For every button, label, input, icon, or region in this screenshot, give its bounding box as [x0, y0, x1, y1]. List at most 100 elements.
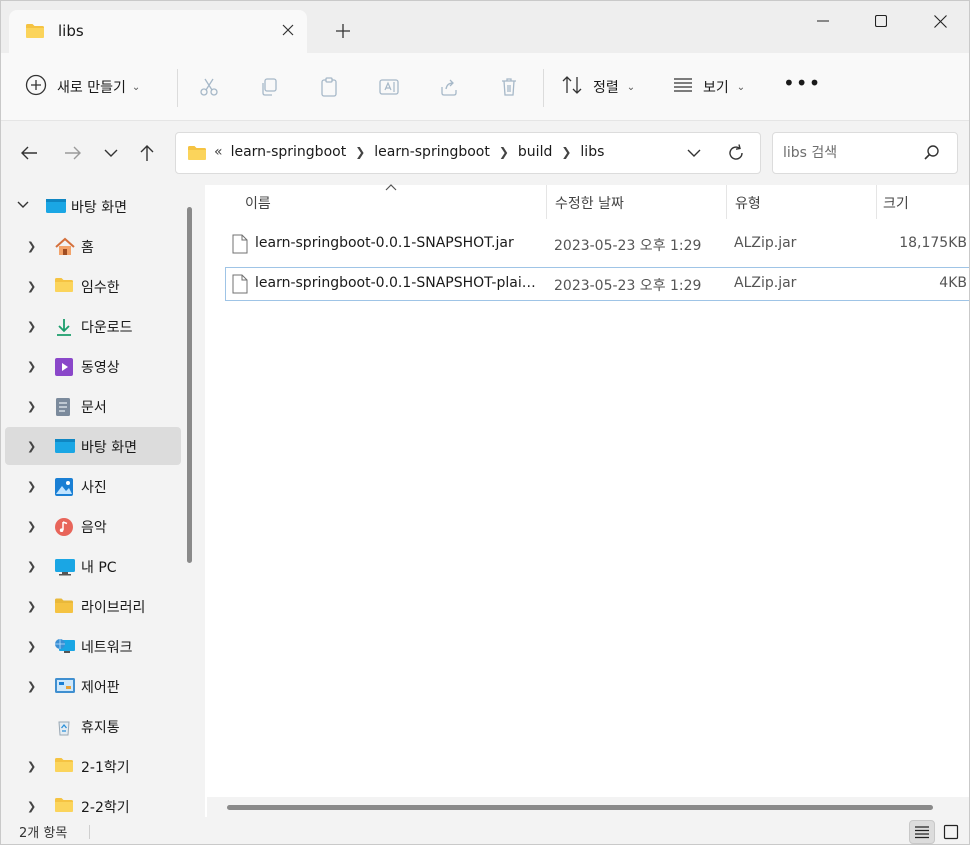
control-panel-icon	[54, 677, 75, 695]
breadcrumb-item[interactable]: libs	[580, 144, 604, 160]
sidebar-item-pictures[interactable]: ❯ 사진	[5, 467, 181, 505]
up-button[interactable]	[135, 141, 159, 165]
chevron-down-icon: ⌄	[131, 81, 141, 93]
chevron-right-icon[interactable]: ❯	[355, 145, 365, 159]
sidebar-item-label: 문서	[81, 400, 107, 416]
copy-button[interactable]	[257, 75, 281, 99]
chevron-right-icon[interactable]: ❯	[27, 760, 36, 773]
chevron-right-icon[interactable]: ❯	[27, 600, 36, 613]
more-options-button[interactable]: •••	[783, 71, 820, 99]
title-bar: libs	[1, 1, 969, 53]
file-row[interactable]: learn-springboot-0.0.1-SNAPSHOT-plain...…	[225, 267, 969, 301]
maximize-button[interactable]	[867, 9, 895, 33]
tab-libs[interactable]: libs	[9, 10, 307, 53]
chevron-right-icon[interactable]: ❯	[499, 145, 509, 159]
chevron-right-icon[interactable]: ❯	[27, 320, 36, 333]
delete-button[interactable]	[497, 75, 521, 99]
chevron-right-icon[interactable]: ❯	[27, 280, 36, 293]
sidebar-item-music[interactable]: ❯ 음악	[5, 507, 181, 545]
sidebar-item-desktop-root[interactable]: 바탕 화면	[5, 187, 181, 225]
sidebar-item-network[interactable]: ❯ 네트워크	[5, 627, 181, 665]
minimize-button[interactable]	[809, 9, 837, 33]
rename-button[interactable]	[377, 75, 401, 99]
column-header-size[interactable]: 크기	[877, 185, 969, 219]
chevron-right-icon[interactable]: ❯	[27, 520, 36, 533]
column-header-name[interactable]: 이름	[205, 183, 547, 219]
sidebar-item-label: 휴지통	[81, 720, 120, 736]
download-icon	[54, 317, 74, 336]
close-tab-icon[interactable]	[277, 19, 299, 41]
sidebar-item-user-folder[interactable]: ❯ 임수한	[5, 267, 181, 305]
search-icon[interactable]	[923, 144, 941, 166]
copy-icon	[262, 78, 277, 96]
chevron-right-icon[interactable]: ❯	[27, 800, 36, 813]
file-name: learn-springboot-0.0.1-SNAPSHOT-plain...	[255, 275, 540, 291]
column-header-type[interactable]: 유형	[727, 185, 877, 219]
folder-icon	[54, 797, 74, 815]
chevron-down-icon[interactable]	[17, 198, 29, 213]
share-button[interactable]	[437, 75, 461, 99]
refresh-button[interactable]	[726, 143, 746, 167]
chevron-right-icon[interactable]: ❯	[27, 480, 36, 493]
close-window-button[interactable]	[926, 9, 954, 33]
sidebar-item-downloads[interactable]: ❯ 다운로드	[5, 307, 181, 345]
toolbar-divider	[543, 69, 544, 107]
search-box[interactable]	[772, 132, 958, 174]
sidebar-item-folder-2-1[interactable]: ❯ 2-1학기	[5, 747, 181, 785]
address-row: « learn-springboot ❯ learn-springboot ❯ …	[1, 121, 969, 185]
chevron-right-icon[interactable]: ❯	[27, 640, 36, 653]
cut-button[interactable]	[197, 75, 221, 99]
back-button[interactable]	[17, 141, 41, 165]
sidebar-item-libraries[interactable]: ❯ 라이브러리	[5, 587, 181, 625]
scissors-icon	[200, 78, 218, 96]
chevron-right-icon[interactable]: ❯	[561, 145, 571, 159]
sidebar-item-label: 바탕 화면	[81, 440, 137, 456]
breadcrumb-item[interactable]: learn-springboot	[231, 144, 347, 160]
breadcrumb-item[interactable]: build	[518, 144, 552, 160]
column-header-label: 수정한 날짜	[555, 196, 624, 212]
breadcrumb-item[interactable]: learn-springboot	[374, 144, 490, 160]
share-icon	[441, 79, 457, 96]
sidebar-item-desktop[interactable]: ❯ 바탕 화면	[5, 427, 181, 465]
sidebar-item-home[interactable]: ❯ 홈	[5, 227, 181, 265]
chevron-right-icon[interactable]: ❯	[27, 680, 36, 693]
file-date: 2023-05-23 오후 1:29	[554, 238, 702, 254]
column-header-date[interactable]: 수정한 날짜	[547, 185, 727, 219]
sidebar-item-documents[interactable]: ❯ 문서	[5, 387, 181, 425]
address-history-button[interactable]	[684, 143, 704, 167]
file-date: 2023-05-23 오후 1:29	[554, 278, 702, 294]
horizontal-scrollbar[interactable]	[227, 805, 933, 810]
sidebar-item-videos[interactable]: ❯ 동영상	[5, 347, 181, 385]
chevron-down-icon: ⌄	[736, 81, 746, 93]
sidebar-scrollbar[interactable]	[187, 207, 192, 563]
new-button-label: 새로 만들기	[57, 80, 126, 96]
chevron-down-icon	[687, 149, 701, 157]
large-icons-view-button[interactable]	[938, 820, 964, 844]
chevron-right-icon[interactable]: ❯	[27, 560, 36, 573]
chevron-right-icon[interactable]: ❯	[27, 400, 36, 413]
sidebar-item-control-panel[interactable]: ❯ 제어판	[5, 667, 181, 705]
breadcrumb-overflow[interactable]: «	[214, 144, 223, 160]
column-header-label: 유형	[735, 196, 761, 212]
details-view-button[interactable]	[909, 820, 935, 844]
file-row[interactable]: learn-springboot-0.0.1-SNAPSHOT.jar 2023…	[225, 227, 969, 261]
search-input[interactable]	[783, 143, 923, 163]
sidebar-item-this-pc[interactable]: ❯ 내 PC	[5, 547, 181, 585]
sort-button[interactable]: 정렬 ⌄	[561, 73, 635, 101]
new-tab-button[interactable]	[331, 21, 355, 45]
sidebar-item-folder-2-2[interactable]: ❯ 2-2학기	[5, 787, 181, 817]
recent-locations-button[interactable]	[99, 141, 123, 165]
desktop-icon	[45, 197, 66, 215]
file-explorer-window: libs 새로 만들기 ⌄ 정렬 ⌄ 보기 ⌄ ••• « learn-spri…	[0, 0, 970, 845]
chevron-right-icon[interactable]: ❯	[27, 240, 36, 253]
sidebar-item-label: 제어판	[81, 680, 120, 696]
sidebar-item-recycle-bin[interactable]: 휴지통	[5, 707, 181, 745]
new-button[interactable]: 새로 만들기 ⌄	[25, 73, 140, 101]
sort-ascending-icon	[385, 183, 397, 194]
chevron-right-icon[interactable]: ❯	[27, 440, 36, 453]
address-bar[interactable]: « learn-springboot ❯ learn-springboot ❯ …	[175, 132, 761, 174]
chevron-right-icon[interactable]: ❯	[27, 360, 36, 373]
forward-button[interactable]	[61, 141, 85, 165]
paste-button[interactable]	[317, 75, 341, 99]
view-button[interactable]: 보기 ⌄	[673, 73, 745, 101]
